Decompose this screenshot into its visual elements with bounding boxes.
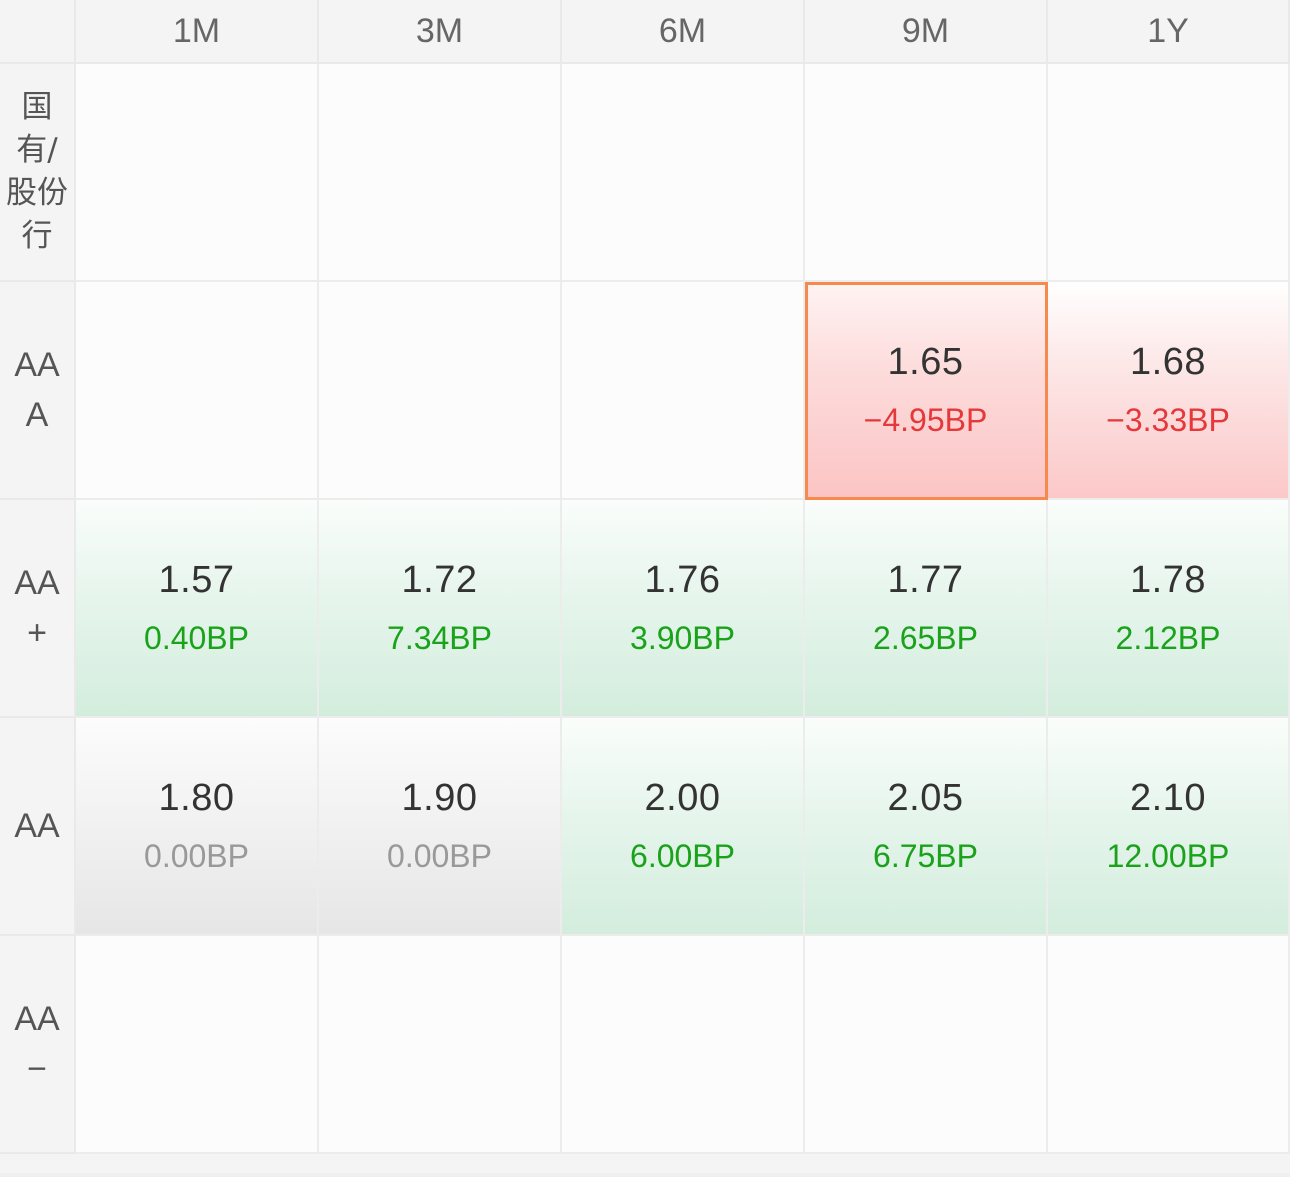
rate-matrix-table: 1M 3M 6M 9M 1Y 国 有/ 股份 行 AA A 1.65 −4.95B… — [0, 0, 1290, 1177]
rate-cell[interactable] — [319, 64, 562, 282]
rate-change: −3.33BP — [1106, 402, 1230, 438]
rate-change: 0.00BP — [387, 838, 492, 874]
rate-cell[interactable]: 1.57 0.40BP — [76, 500, 319, 718]
column-header-9m[interactable]: 9M — [805, 0, 1048, 64]
rate-cell[interactable] — [319, 282, 562, 500]
rate-cell[interactable] — [1048, 64, 1290, 282]
rate-cell[interactable] — [562, 282, 805, 500]
rate-value: 1.76 — [644, 559, 721, 601]
rate-value: 1.77 — [887, 559, 964, 601]
rate-cell[interactable] — [319, 936, 562, 1154]
row-header-aa-plus: AA + — [0, 500, 76, 718]
rate-cell[interactable]: 2.00 6.00BP — [562, 718, 805, 936]
rate-cell[interactable]: 1.65 −4.95BP — [805, 282, 1048, 500]
column-header-3m[interactable]: 3M — [319, 0, 562, 64]
rate-cell[interactable] — [562, 936, 805, 1154]
rate-change: 0.40BP — [144, 620, 249, 656]
rate-change: 7.34BP — [387, 620, 492, 656]
rate-change: 2.12BP — [1115, 620, 1221, 656]
row-header-state-owned-joint-stock: 国 有/ 股份 行 — [0, 64, 76, 282]
rate-cell[interactable]: 1.76 3.90BP — [562, 500, 805, 718]
rate-value: 1.78 — [1130, 559, 1206, 601]
rate-cell[interactable] — [76, 282, 319, 500]
rate-cell[interactable] — [76, 64, 319, 282]
table-footer-spacer — [0, 1154, 1290, 1173]
rate-value: 2.05 — [887, 777, 964, 819]
rate-cell[interactable]: 1.68 −3.33BP — [1048, 282, 1290, 500]
rate-change: 6.00BP — [630, 838, 735, 874]
rate-cell[interactable]: 1.77 2.65BP — [805, 500, 1048, 718]
rate-change: 3.90BP — [630, 620, 735, 656]
rate-cell[interactable]: 2.05 6.75BP — [805, 718, 1048, 936]
rate-cell[interactable] — [805, 64, 1048, 282]
rate-cell[interactable] — [76, 936, 319, 1154]
rate-cell[interactable] — [562, 64, 805, 282]
rate-cell[interactable]: 1.90 0.00BP — [319, 718, 562, 936]
column-header-1y[interactable]: 1Y — [1048, 0, 1290, 64]
rate-value: 1.65 — [887, 341, 964, 383]
row-header-aa: AA — [0, 718, 76, 936]
row-header-aa-minus: AA − — [0, 936, 76, 1154]
column-header-6m[interactable]: 6M — [562, 0, 805, 64]
rate-change: −4.95BP — [863, 402, 988, 438]
rate-cell[interactable] — [1048, 936, 1290, 1154]
row-header-aaa: AA A — [0, 282, 76, 500]
rate-value: 1.57 — [158, 559, 235, 601]
rate-cell[interactable]: 2.10 12.00BP — [1048, 718, 1290, 936]
rate-change: 6.75BP — [873, 838, 978, 874]
rate-change: 12.00BP — [1106, 838, 1230, 874]
rate-cell[interactable]: 1.80 0.00BP — [76, 718, 319, 936]
table-corner — [0, 0, 76, 64]
rate-cell[interactable]: 1.72 7.34BP — [319, 500, 562, 718]
rate-cell[interactable]: 1.78 2.12BP — [1048, 500, 1290, 718]
rate-change: 2.65BP — [873, 620, 978, 656]
rate-value: 2.00 — [644, 777, 721, 819]
rate-value: 1.80 — [158, 777, 235, 819]
rate-cell[interactable] — [805, 936, 1048, 1154]
rate-value: 1.68 — [1130, 341, 1206, 383]
rate-value: 1.90 — [401, 777, 478, 819]
column-header-1m[interactable]: 1M — [76, 0, 319, 64]
rate-change: 0.00BP — [144, 838, 249, 874]
rate-value: 2.10 — [1130, 777, 1206, 819]
rate-value: 1.72 — [401, 559, 478, 601]
